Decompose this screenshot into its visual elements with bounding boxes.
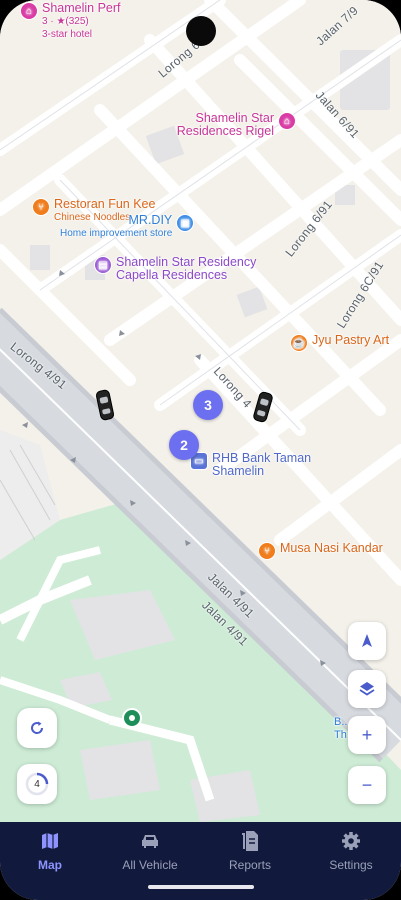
poi-label: Shamelin Star Residences Rigel bbox=[176, 111, 274, 138]
hotel-icon: ⌂ bbox=[20, 2, 38, 20]
poi-label: Restoran Fun Kee bbox=[54, 197, 156, 211]
poi-shamelin-hotel[interactable]: ⌂ Shamelin Perf 3 · ★(325) 3-star hotel bbox=[20, 2, 121, 41]
poi-shamelin-capella[interactable]: ▤ Shamelin Star Residency Capella Reside… bbox=[94, 256, 271, 282]
nav-item-map[interactable]: Map bbox=[0, 830, 100, 880]
navigate-button[interactable] bbox=[348, 622, 386, 660]
poi-shamelin-rigel[interactable]: ⌂ Shamelin Star Residences Rigel bbox=[170, 112, 296, 138]
poi-mr-diy[interactable]: ▣ MR.DIY Home improvement store bbox=[60, 213, 195, 240]
nav-item-all-vehicle[interactable]: All Vehicle bbox=[100, 830, 200, 880]
minus-icon: − bbox=[361, 774, 373, 795]
refresh-icon bbox=[31, 721, 44, 734]
shopping-icon: ▣ bbox=[176, 214, 195, 232]
car-icon bbox=[139, 830, 161, 852]
poi-musa-nasi-kandar[interactable]: ⑂ Musa Nasi Kandar bbox=[258, 542, 383, 560]
nav-label: Map bbox=[38, 858, 62, 872]
poi-jyu-pastry[interactable]: ☕ Jyu Pastry Art bbox=[290, 334, 389, 352]
refresh-button[interactable] bbox=[17, 708, 57, 748]
poi-rhb-bank[interactable]: ▭ RHB Bank Taman Shamelin bbox=[190, 452, 322, 478]
layers-button[interactable] bbox=[348, 670, 386, 708]
zoom-out-button[interactable]: − bbox=[348, 766, 386, 804]
nav-label: Reports bbox=[228, 858, 272, 872]
refresh-timer-button[interactable]: 4 bbox=[17, 764, 57, 804]
phone-screen: ⌂ Shamelin Perf 3 · ★(325) 3-star hotel … bbox=[0, 0, 401, 900]
gear-icon bbox=[340, 830, 362, 852]
nav-label: All Vehicle bbox=[122, 858, 178, 872]
poi-label: RHB Bank Taman Shamelin bbox=[212, 451, 312, 478]
poi-label: Shamelin Star Residency Capella Residenc… bbox=[116, 255, 257, 282]
nav-item-reports[interactable]: Reports bbox=[200, 830, 300, 880]
zoom-in-button[interactable]: + bbox=[348, 716, 386, 754]
layers-icon bbox=[359, 682, 375, 696]
poi-label: Shamelin Perf bbox=[42, 1, 121, 15]
navigation-arrow-icon bbox=[362, 634, 372, 647]
poi-label: Musa Nasi Kandar bbox=[280, 541, 383, 555]
plus-icon: + bbox=[361, 724, 373, 745]
vehicle-cluster[interactable]: 3 bbox=[193, 390, 223, 420]
cafe-icon: ☕ bbox=[290, 334, 308, 352]
poi-rating: 3 · ★(325) bbox=[42, 16, 89, 27]
nav-label: Settings bbox=[329, 858, 373, 872]
home-indicator[interactable] bbox=[148, 885, 254, 889]
restaurant-icon: ⑂ bbox=[258, 542, 276, 560]
nav-item-settings[interactable]: Settings bbox=[301, 830, 401, 880]
document-icon bbox=[239, 830, 261, 852]
poi-label: MR.DIY bbox=[128, 213, 173, 227]
poi-category: Home improvement store bbox=[60, 228, 173, 239]
hotel-icon: ⌂ bbox=[278, 112, 296, 130]
poi-label: Jyu Pastry Art bbox=[312, 333, 390, 347]
map-view[interactable]: ⌂ Shamelin Perf 3 · ★(325) 3-star hotel … bbox=[0, 0, 401, 822]
timer-count: 4 bbox=[34, 778, 40, 790]
front-camera bbox=[186, 16, 216, 46]
poi-category: 3-star hotel bbox=[42, 29, 93, 40]
restaurant-icon: ⑂ bbox=[32, 198, 50, 216]
building-icon: ▤ bbox=[94, 256, 112, 274]
map-icon bbox=[39, 830, 61, 852]
vehicle-cluster[interactable]: 2 bbox=[169, 430, 199, 460]
